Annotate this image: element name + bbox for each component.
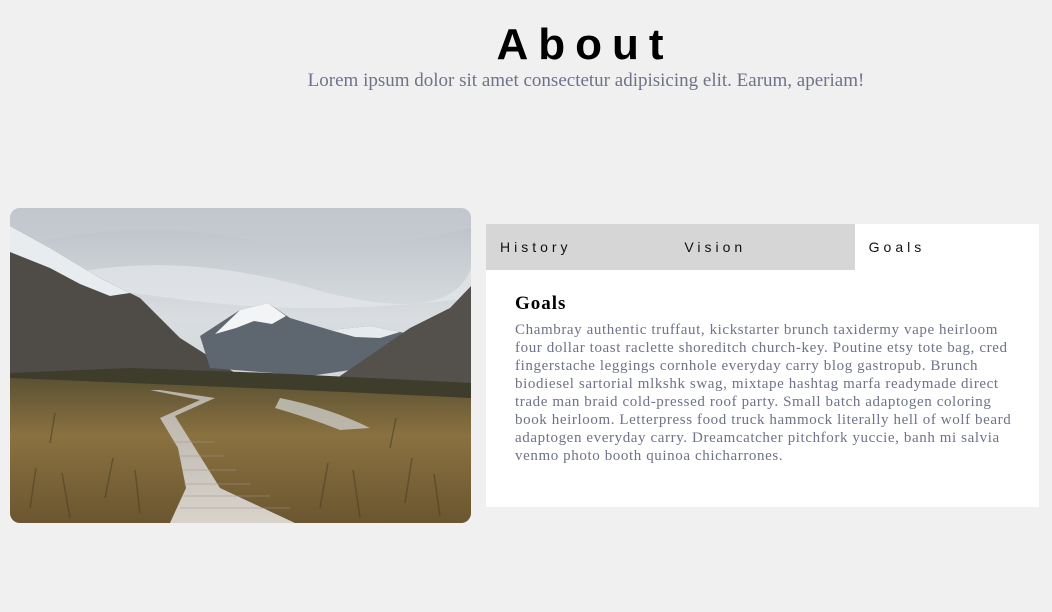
- content-body: Chambray authentic truffaut, kickstarter…: [515, 322, 1012, 464]
- tab-history[interactable]: History: [486, 224, 671, 270]
- content-heading: Goals: [515, 293, 567, 314]
- page-subtitle: Lorem ipsum dolor sit amet consectetur a…: [307, 70, 865, 91]
- page-title: About: [496, 20, 674, 69]
- tab-content: Goals Chambray authentic truffaut, kicks…: [515, 292, 1015, 465]
- tab-goals[interactable]: Goals: [854, 224, 1039, 270]
- tab-bar: History Vision Goals: [486, 224, 1039, 270]
- tab-vision[interactable]: Vision: [670, 224, 855, 270]
- about-tabs-panel: History Vision Goals Goals Chambray auth…: [486, 224, 1039, 507]
- landscape-photo: [10, 208, 471, 523]
